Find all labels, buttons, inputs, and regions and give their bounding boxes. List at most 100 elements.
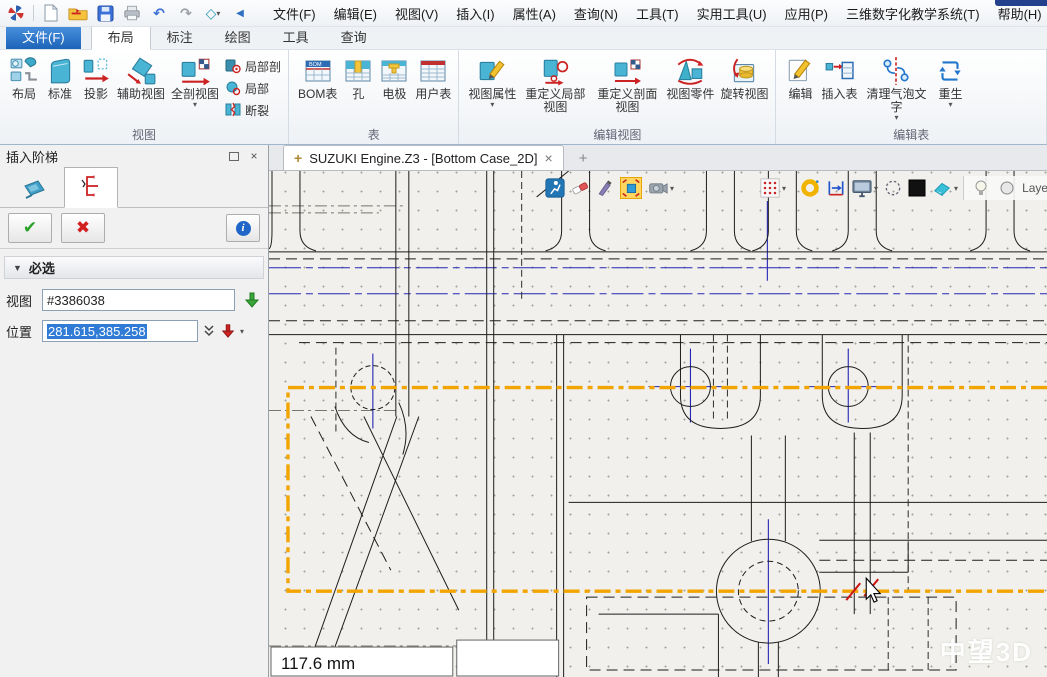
dropdown-caret-icon[interactable] (874, 185, 878, 192)
menu-edit[interactable]: 编辑(E) (325, 1, 386, 26)
redefine-local-view-button[interactable]: 重定义局部视图 (519, 53, 591, 115)
dropdown-caret-icon[interactable] (894, 114, 898, 121)
svg-text:BOM: BOM (309, 62, 322, 68)
menu-inquire[interactable]: 查询(N) (565, 1, 627, 26)
dropdown-caret-icon[interactable] (954, 185, 958, 192)
collapse-toolbar-icon[interactable]: ◀ (230, 3, 250, 23)
menu-applications[interactable]: 应用(P) (776, 1, 837, 26)
new-tab-button[interactable]: + (573, 150, 594, 170)
cancel-button[interactable]: ✖ (61, 213, 105, 243)
exit-icon[interactable] (545, 177, 565, 199)
color-swatch-icon[interactable] (908, 177, 926, 199)
ribbon-tab-annotation[interactable]: 标注 (151, 25, 209, 49)
menu-utilities[interactable]: 实用工具(U) (688, 1, 776, 26)
new-file-icon[interactable] (41, 3, 61, 23)
panel-tab-view[interactable] (8, 173, 60, 207)
work-area: SUZUKI Engine.Z3 - [Bottom Case_2D] × + (269, 145, 1047, 677)
redefine-section-view-button[interactable]: 重定义剖面视图 (591, 53, 663, 115)
layer-select[interactable]: Layer0 (1022, 181, 1047, 195)
confirm-button[interactable]: ✔ (8, 213, 52, 243)
dropdown-caret-icon[interactable] (670, 185, 674, 192)
info-button[interactable]: i (226, 214, 260, 242)
ribbon-tab-layout[interactable]: 布局 (91, 24, 151, 50)
panel-restore-icon[interactable] (226, 149, 242, 163)
camera-icon[interactable] (647, 177, 669, 199)
erase-icon[interactable] (570, 177, 590, 199)
view-attributes-button[interactable]: 视图属性 (465, 53, 519, 109)
dropdown-caret-icon[interactable] (193, 101, 197, 108)
regenerate-button[interactable]: 重生 (932, 53, 968, 109)
user-table-icon (418, 56, 448, 86)
standard-view-button[interactable]: 标准 (42, 53, 78, 102)
print-icon[interactable] (122, 3, 142, 23)
bom-table-button[interactable]: BOM BOM表 (295, 53, 340, 102)
projection-view-button[interactable]: 投影 (78, 53, 114, 102)
quick-access-toolbar: ↶ ↷ ◇ ◀ (6, 3, 250, 23)
menu-tools[interactable]: 工具(T) (627, 1, 688, 26)
collapse-triangle-icon (13, 263, 22, 273)
bulb-icon[interactable] (970, 177, 992, 199)
save-icon[interactable] (95, 3, 115, 23)
menu-file[interactable]: 文件(F) (264, 1, 325, 26)
align-icon[interactable] (826, 177, 846, 199)
hole-table-button[interactable]: 孔 (340, 53, 376, 102)
brush-icon[interactable] (595, 177, 615, 199)
menu-insert[interactable]: 插入(I) (447, 1, 503, 26)
panel-tab-step[interactable] (64, 167, 118, 208)
electrode-table-button[interactable]: 电极 (376, 53, 412, 102)
dropdown-caret-icon[interactable] (490, 101, 494, 108)
drawing-canvas[interactable]: 117.6 mm (269, 171, 1047, 677)
expand-chevron-icon[interactable] (202, 323, 216, 339)
menu-view[interactable]: 视图(V) (386, 1, 447, 26)
pick-view-icon[interactable] (243, 291, 261, 309)
menu-attributes[interactable]: 属性(A) (504, 1, 565, 26)
layer-eraser-icon[interactable] (931, 177, 953, 199)
view-input[interactable]: #3386038 (42, 289, 235, 311)
panel-close-icon[interactable]: × (246, 149, 262, 163)
green-down-arrow-icon (243, 291, 261, 309)
regen-icon[interactable]: ◇ (203, 3, 223, 23)
auxiliary-view-button[interactable]: 辅助视图 (114, 53, 168, 102)
insert-table-button[interactable]: 插入表 (818, 53, 860, 102)
pinwheel-icon (7, 4, 25, 22)
ribbon-tab-drawing[interactable]: 绘图 (209, 25, 267, 49)
tab-close-icon[interactable]: × (545, 152, 553, 164)
layer-circle-icon[interactable] (996, 177, 1018, 199)
dropdown-caret-icon[interactable] (948, 101, 952, 108)
edit-button[interactable]: 编辑 (782, 53, 818, 102)
ribbon-tab-inquire[interactable]: 查询 (325, 25, 383, 49)
document-tab[interactable]: SUZUKI Engine.Z3 - [Bottom Case_2D] × (283, 145, 564, 170)
ribbon-tab-file[interactable]: 文件(F) (6, 25, 81, 49)
dropdown-caret-icon[interactable] (782, 185, 786, 192)
layout-button[interactable]: 布局 (6, 53, 42, 102)
undo-icon[interactable]: ↶ (149, 3, 169, 23)
selected-text: 281.615,385.258 (47, 324, 147, 339)
app-logo-icon[interactable] (6, 3, 26, 23)
partial-section-button[interactable]: 局部剖 (222, 56, 284, 76)
local-view-button[interactable]: 局部 (222, 78, 284, 98)
panel-header: 插入阶梯 × (0, 145, 268, 167)
required-section-header[interactable]: 必选 (4, 256, 264, 279)
pick-position-icon[interactable] (220, 323, 236, 339)
user-table-button[interactable]: 用户表 (412, 53, 454, 102)
clean-balloon-text-button[interactable]: 清理气泡文字 (860, 53, 932, 122)
drawing-viewport[interactable]: 117.6 mm (269, 171, 1047, 677)
dimension-text: 117.6 mm (281, 654, 355, 673)
grid-group (759, 177, 786, 199)
position-input[interactable]: 281.615,385.258 (42, 320, 198, 342)
auto-balloon-icon[interactable] (620, 177, 642, 199)
full-section-view-button[interactable]: 全剖视图 (168, 53, 222, 109)
dropdown-caret-icon[interactable] (240, 328, 244, 335)
menu-3d-teaching-system[interactable]: 三维数字化教学系统(T) (837, 1, 989, 26)
open-file-icon[interactable] (68, 3, 88, 23)
rotate-view-button[interactable]: 旋转视图 (717, 53, 771, 102)
lasso-icon[interactable] (883, 177, 903, 199)
view-parts-button[interactable]: 视图零件 (663, 53, 717, 102)
dimension-boxes: 117.6 mm (271, 640, 559, 676)
ribbon-tab-tools[interactable]: 工具 (267, 25, 325, 49)
grid-icon[interactable] (759, 177, 781, 199)
broken-view-button[interactable]: 断裂 (222, 100, 284, 120)
ring-icon[interactable] (799, 177, 821, 199)
redo-icon[interactable]: ↷ (176, 3, 196, 23)
display-icon[interactable] (851, 177, 873, 199)
